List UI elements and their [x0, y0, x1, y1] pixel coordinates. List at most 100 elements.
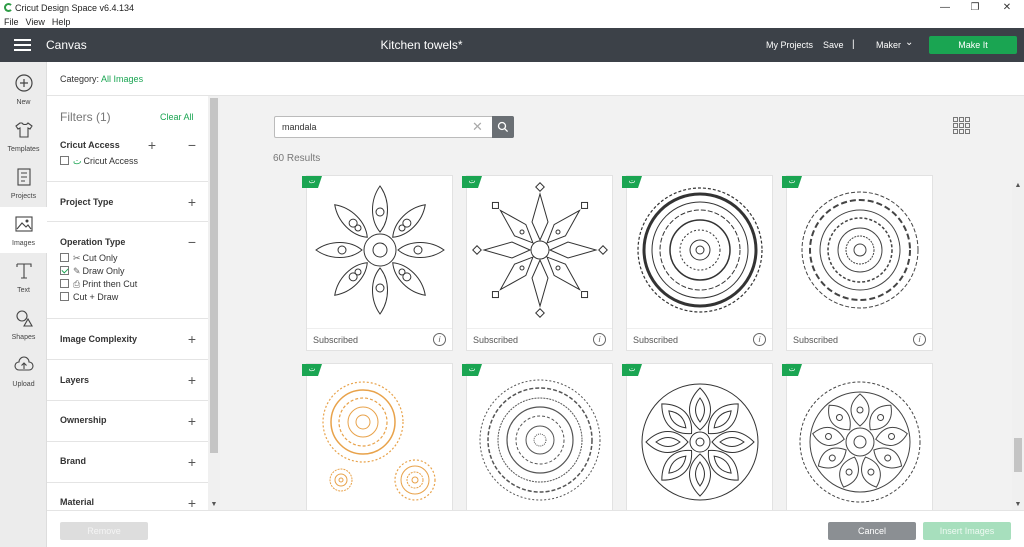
info-icon[interactable]: i [753, 333, 766, 346]
mandala-image [801, 191, 919, 309]
info-icon[interactable]: i [913, 333, 926, 346]
document-title: Kitchen towels* [380, 38, 463, 52]
filters-scrollbar[interactable]: ▼ [208, 96, 220, 510]
projects-icon [16, 168, 31, 186]
plus-icon[interactable]: + [148, 138, 156, 152]
plus-icon[interactable]: + [188, 332, 196, 346]
plus-icon[interactable]: + [188, 414, 196, 428]
rail-label: Projects [10, 193, 37, 200]
info-icon[interactable]: i [593, 333, 606, 346]
image-tile[interactable]: ت Subscribed i [782, 175, 933, 351]
menu-file[interactable]: File [4, 17, 19, 27]
image-tile[interactable]: ت Subscribed i [302, 175, 453, 351]
rail-item-templates[interactable]: Templates [0, 113, 47, 159]
scroll-down-arrow-icon[interactable]: ▼ [1012, 501, 1024, 508]
filter-section-layers[interactable]: Layers + [47, 360, 208, 401]
tile-footer: Subscribed i [467, 328, 612, 350]
pen-icon: ✎ [73, 266, 81, 276]
filter-title[interactable]: Operation Type [60, 237, 125, 247]
rail-label: Shapes [11, 334, 36, 341]
tool-rail: New Templates Projects Images Text Shape… [0, 62, 47, 547]
filter-section-brand[interactable]: Brand + [47, 442, 208, 483]
filter-title[interactable]: Layers [60, 375, 89, 385]
minimize-button[interactable]: — [930, 0, 960, 16]
scissors-icon: ✂ [73, 253, 81, 263]
chevron-down-icon[interactable]: ⌄ [905, 37, 913, 48]
filter-option-label: Cut Only [82, 253, 118, 263]
filter-section-image-complexity[interactable]: Image Complexity + [47, 319, 208, 360]
search-box[interactable]: mandala ✕ [274, 116, 514, 138]
filter-title[interactable]: Brand [60, 456, 86, 466]
tile-status: Subscribed [633, 335, 679, 345]
filter-section-material[interactable]: Material + [47, 483, 208, 510]
checkbox[interactable] [60, 156, 69, 165]
plus-icon[interactable]: + [188, 195, 196, 209]
tile-footer: Subscribed i [627, 328, 772, 350]
plus-icon[interactable]: + [188, 455, 196, 469]
mandala-image [637, 187, 763, 313]
filters-panel: Filters (1) Clear All Cricut Access + − … [47, 96, 208, 510]
my-projects-link[interactable]: My Projects [766, 40, 813, 50]
checkbox[interactable] [60, 292, 69, 301]
make-it-button[interactable]: Make It [929, 36, 1017, 54]
clear-all-link[interactable]: Clear All [160, 112, 194, 122]
search-button[interactable] [492, 116, 514, 138]
results-scrollbar[interactable]: ▲ ▼ [1012, 180, 1024, 510]
filter-title[interactable]: Ownership [60, 415, 107, 425]
filter-option-draw-only[interactable]: ✎ Draw Only [60, 266, 125, 277]
menu-view[interactable]: View [26, 17, 45, 27]
insert-images-button[interactable]: Insert Images [923, 522, 1011, 540]
rail-item-upload[interactable]: Upload [0, 348, 47, 394]
menu-help[interactable]: Help [52, 17, 71, 27]
mandala-image [315, 185, 445, 315]
filter-option-cut-only[interactable]: ✂ Cut Only [60, 253, 118, 264]
checkbox[interactable] [60, 279, 69, 288]
filter-title[interactable]: Cricut Access [60, 140, 120, 150]
image-icon [14, 216, 33, 232]
scroll-up-arrow-icon[interactable]: ▲ [1012, 182, 1024, 189]
image-tile[interactable]: ت [622, 363, 773, 510]
rail-item-shapes[interactable]: Shapes [0, 301, 47, 347]
scroll-down-arrow-icon[interactable]: ▼ [208, 501, 220, 508]
filter-title[interactable]: Material [60, 497, 94, 507]
save-link[interactable]: Save [823, 40, 844, 50]
cancel-button[interactable]: Cancel [828, 522, 916, 540]
scrollbar-thumb[interactable] [210, 98, 218, 453]
plus-icon[interactable]: + [188, 373, 196, 387]
window-title-bar: Cricut Design Space v6.4.134 — ❐ ✕ [0, 0, 1024, 16]
image-tile[interactable]: ت [302, 363, 453, 510]
filter-option-label: Print then Cut [82, 279, 138, 289]
filter-option-print-then-cut[interactable]: ⎙ Print then Cut [60, 279, 137, 290]
rail-item-projects[interactable]: Projects [0, 160, 47, 206]
rail-item-images[interactable]: Images [0, 207, 47, 253]
category-link[interactable]: All Images [101, 74, 143, 84]
minus-icon[interactable]: − [188, 138, 196, 152]
rail-item-new[interactable]: New [0, 66, 47, 112]
filter-title[interactable]: Image Complexity [60, 334, 137, 344]
image-tile[interactable]: ت Subscribed i [462, 175, 613, 351]
checkbox-checked[interactable] [60, 266, 69, 275]
filter-section-project-type[interactable]: Project Type + [47, 182, 208, 222]
search-input[interactable]: mandala [282, 122, 317, 132]
clear-search-icon[interactable]: ✕ [472, 119, 483, 135]
checkbox[interactable] [60, 253, 69, 262]
filter-option-cut-draw[interactable]: Cut + Draw [60, 292, 118, 303]
image-tile[interactable]: ت [782, 363, 933, 510]
mandala-image [472, 182, 608, 318]
filter-section-ownership[interactable]: Ownership + [47, 401, 208, 442]
minus-icon[interactable]: − [188, 235, 196, 249]
grid-view-icon[interactable] [953, 117, 971, 135]
remove-button[interactable]: Remove [60, 522, 148, 540]
scrollbar-thumb[interactable] [1014, 438, 1022, 472]
plus-icon[interactable]: + [188, 496, 196, 510]
close-window-button[interactable]: ✕ [992, 0, 1022, 16]
image-tile[interactable]: ت Subscribed i [622, 175, 773, 351]
machine-selector[interactable]: Maker [876, 40, 901, 50]
filter-option[interactable]: ت Cricut Access [60, 156, 138, 167]
tile-status: Subscribed [313, 335, 359, 345]
restore-button[interactable]: ❐ [960, 0, 990, 16]
image-tile[interactable]: ت [462, 363, 613, 510]
info-icon[interactable]: i [433, 333, 446, 346]
filter-title[interactable]: Project Type [60, 197, 113, 207]
rail-item-text[interactable]: Text [0, 254, 47, 300]
